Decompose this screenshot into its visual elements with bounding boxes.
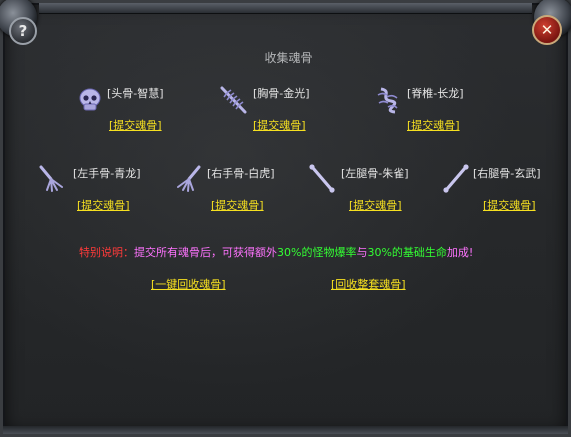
note-highlight: 30% [277,246,302,259]
leg-bone-icon [443,164,469,193]
submit-bone-button[interactable]: [提交魂骨] [77,197,130,213]
hand-bone-icon [177,165,201,192]
recycle-one-click-button[interactable]: [一键回收魂骨] [151,276,226,292]
note-highlight: 的怪物爆率 [301,246,357,259]
bone-name: [头骨-智慧] [107,87,164,100]
bone-name: [左腿骨-朱雀] [341,167,409,180]
note-highlight: 的基础生命 [391,246,447,259]
bone-name: [右手骨-白虎] [207,167,275,180]
special-note: 特别说明：提交所有魂骨后，可获得额外30%的怪物爆率与30%的基础生命加成! [79,244,473,260]
ribcage-icon [220,86,247,114]
help-icon[interactable]: ? [9,17,37,45]
skull-icon [79,88,101,111]
note-label: 特别说明： [79,246,134,259]
note-text: 提交所有魂骨后，可获得额外 [134,246,277,259]
close-icon[interactable]: ✕ [532,15,562,45]
frame-top [39,3,532,14]
soul-bone-panel: ? ✕ 收集魂骨 [头骨-智慧] [提交魂骨] [胸骨-金光] [提交魂骨] [… [0,0,571,437]
note-text: 加成! [446,246,474,259]
submit-bone-button[interactable]: [提交魂骨] [109,117,162,133]
bone-name: [左手骨-青龙] [73,167,141,180]
bone-name: [胸骨-金光] [253,87,310,100]
recycle-full-set-button[interactable]: [回收整套魂骨] [331,276,406,292]
submit-bone-button[interactable]: [提交魂骨] [211,197,264,213]
submit-bone-button[interactable]: [提交魂骨] [349,197,402,213]
bone-name: [脊椎-长龙] [407,87,464,100]
note-text: 与 [356,246,368,259]
leg-bone-icon [309,164,335,193]
hand-bone-icon [39,165,63,192]
frame-bottom [3,426,568,434]
bone-name: [右腿骨-玄武] [473,167,541,180]
submit-bone-button[interactable]: [提交魂骨] [483,197,536,213]
submit-bone-button[interactable]: [提交魂骨] [407,117,460,133]
spine-icon [377,87,398,114]
note-highlight: 30% [367,246,392,259]
panel-title: 收集魂骨 [264,51,313,65]
submit-bone-button[interactable]: [提交魂骨] [253,117,306,133]
